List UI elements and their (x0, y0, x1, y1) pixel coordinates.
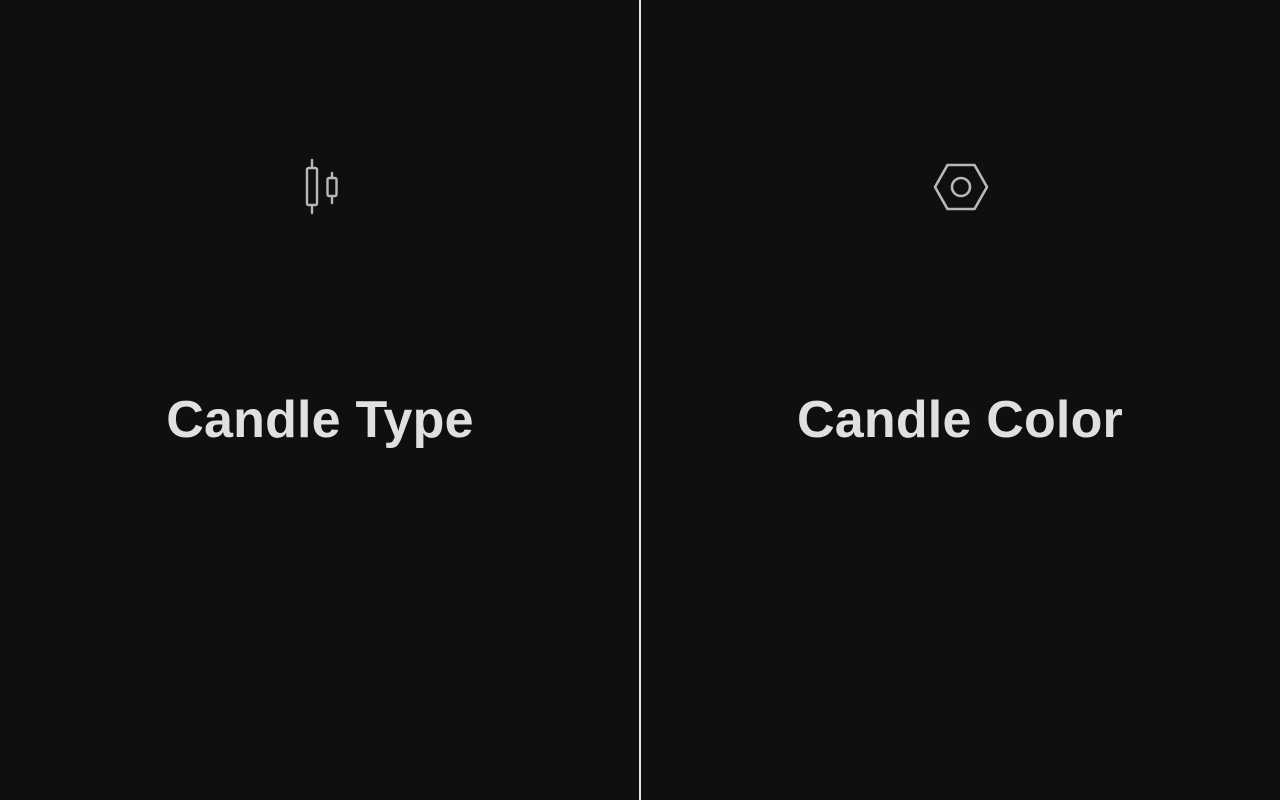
panel-divider (639, 0, 641, 800)
hexagon-nut-icon (931, 158, 991, 216)
candle-color-label: Candle Color (797, 391, 1123, 449)
candlestick-icon (291, 158, 351, 216)
candle-type-label: Candle Type (166, 391, 474, 449)
candle-type-option[interactable]: Candle Type (0, 0, 640, 800)
settings-split-view: Candle Type Candle Color (0, 0, 1280, 800)
candle-color-option[interactable]: Candle Color (640, 0, 1280, 800)
